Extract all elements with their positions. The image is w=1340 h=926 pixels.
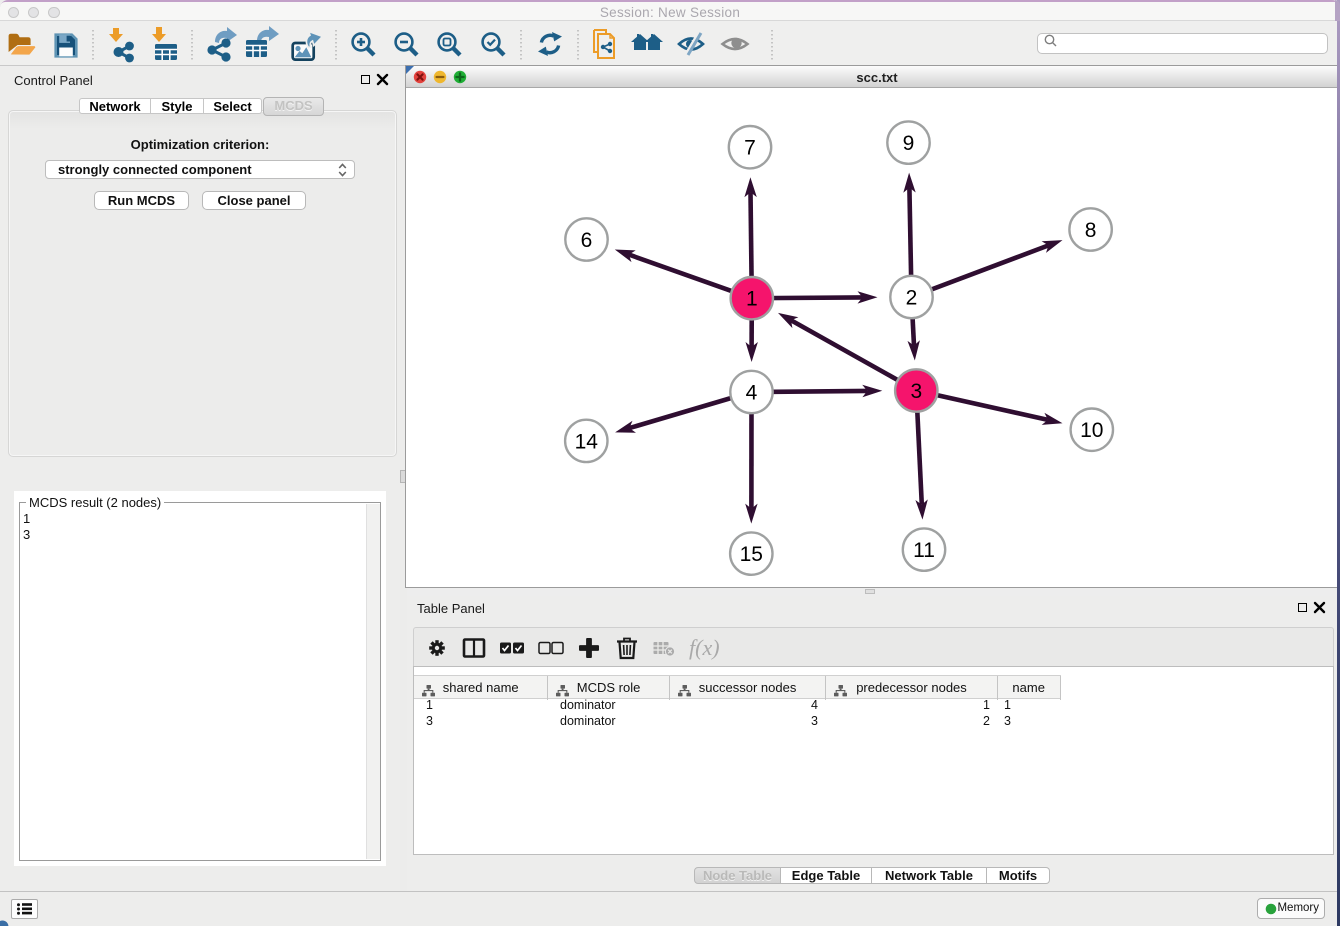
svg-text:7: 7: [744, 137, 756, 160]
svg-text:2: 2: [906, 287, 918, 310]
svg-text:14: 14: [575, 430, 599, 453]
svg-text:6: 6: [581, 229, 593, 252]
svg-text:4: 4: [746, 382, 758, 405]
svg-text:f(x): f(x): [689, 635, 720, 660]
svg-text:9: 9: [903, 132, 915, 155]
svg-text:15: 15: [740, 543, 763, 566]
svg-text:1: 1: [746, 288, 758, 311]
svg-text:8: 8: [1085, 219, 1097, 242]
svg-text:10: 10: [1080, 419, 1103, 442]
svg-text:3: 3: [910, 380, 922, 403]
svg-text:11: 11: [913, 539, 935, 562]
